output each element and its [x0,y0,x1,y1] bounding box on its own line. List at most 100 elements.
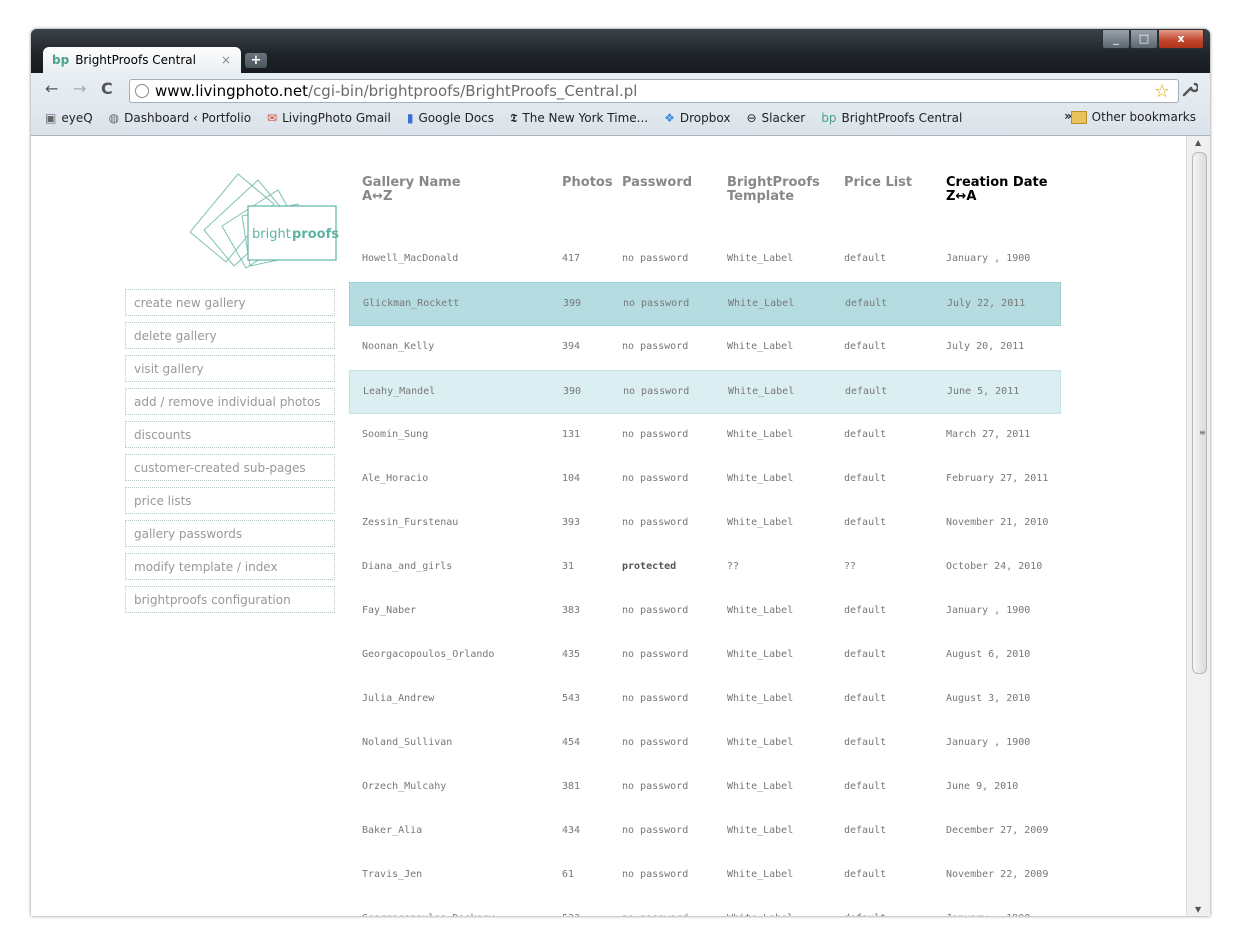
cell-name: Diana_and_girls [362,561,453,572]
cell-date: August 3, 2010 [946,693,1031,704]
bookmark-google-docs[interactable]: ▮ Google Docs [407,111,494,125]
cell-template: White_Label [728,298,795,309]
menu-price-lists[interactable]: price lists [125,487,335,514]
header-photos[interactable]: Photos [562,176,613,190]
cell-template: White_Label [727,825,794,836]
menu-customer-sub-pages[interactable]: customer-created sub-pages [125,454,335,481]
table-row[interactable]: Noland_Sullivan 454 no password White_Label… [349,722,1061,766]
bookmark-dashboard[interactable]: ◍ Dashboard ‹ Portfolio [109,111,251,125]
bookmarks-bar: ▣ eyeQ ◍ Dashboard ‹ Portfolio ✉ LivingP… [31,107,1210,129]
reload-icon[interactable]: C [101,79,113,98]
address-bar[interactable]: www.livingphoto.net /cgi-bin/brightproof… [129,79,1179,103]
menu-create-new-gallery[interactable]: create new gallery [125,289,335,316]
bookmark-brightproofs[interactable]: bp BrightProofs Central [821,111,962,125]
cell-template: White_Label [727,781,794,792]
bookmark-eyeq[interactable]: ▣ eyeQ [45,111,93,125]
cell-photos: 434 [562,825,581,836]
table-row[interactable]: Noonan_Kelly 394 no password White_Label def… [349,326,1061,370]
logo-text-bold: proofs [292,227,339,242]
cell-password: no password [622,781,689,792]
table-row[interactable]: Fay_Naber 383 no password White_Label defaul… [349,590,1061,634]
nytimes-icon: 𝕿 [510,110,518,125]
cell-password: no password [622,825,689,836]
bookmark-nytimes[interactable]: 𝕿 The New York Time... [510,111,648,126]
bookmark-dropbox[interactable]: ❖ Dropbox [664,111,730,125]
table-row[interactable]: Julia_Andrew 543 no password White_Label def… [349,678,1061,722]
menu-add-remove-photos[interactable]: add / remove individual photos [125,388,335,415]
cell-name: Ale_Horacio [362,473,429,484]
table-row[interactable]: Zessin_Furstenau 393 no password White_Labe… [349,502,1061,546]
cell-price: default [844,517,887,528]
table-row[interactable]: Baker_Alia 434 no password White_Label defau… [349,810,1061,854]
browser-tab[interactable]: bp BrightProofs Central × [43,47,241,73]
page-content: bright proofs create new gallery delete … [31,136,1186,916]
back-icon[interactable]: ← [45,79,58,98]
google-docs-icon: ▮ [406,111,414,125]
header-template-line1: BrightProofs [727,175,820,190]
scroll-up-icon[interactable]: ▲ [1195,138,1201,147]
menu-modify-template[interactable]: modify template / index [125,553,335,580]
table-row[interactable]: Travis_Jen 61 no password White_Label defaul… [349,854,1061,898]
header-creation-date[interactable]: Creation Date Z↔A [946,176,1048,204]
scroll-down-icon[interactable]: ▼ [1195,905,1201,914]
header-password[interactable]: Password [622,176,692,190]
table-row[interactable]: Howell_MacDonald 417 no password White_Labe… [349,238,1061,282]
menu-gallery-passwords[interactable]: gallery passwords [125,520,335,547]
cell-name: Noonan_Kelly [362,341,435,352]
bookmark-slacker[interactable]: ⊖ Slacker [746,111,805,125]
cell-price: default [844,913,886,916]
browser-toolbar: ← → C www.livingphoto.net /cgi-bin/brigh… [31,73,1210,136]
cell-photos: 454 [562,737,581,748]
cell-photos: 417 [562,253,581,264]
table-row[interactable]: Soomin_Sung 131 no password White_Label defa… [349,414,1061,458]
table-row[interactable]: Diana_and_girls 31 protected???? October 24… [349,546,1061,590]
cell-password: no password [622,913,688,916]
menu-delete-gallery[interactable]: delete gallery [125,322,335,349]
cell-name: Travis_Jen [362,869,423,880]
sort-toggle-date[interactable]: Z↔A [946,190,1048,204]
wrench-icon[interactable] [1182,81,1200,101]
header-creation-date-label: Creation Date [946,175,1048,190]
logo-text: bright [252,227,291,242]
cell-date: December 27, 2009 [946,825,1049,836]
menu-discounts[interactable]: discounts [125,421,335,448]
close-window-button[interactable]: x [1158,29,1204,49]
cell-price: default [844,341,887,352]
other-bookmarks[interactable]: Other bookmarks [1070,110,1196,124]
header-template-line2: Template [727,189,795,204]
new-tab-button[interactable]: + [245,53,267,68]
header-price-list[interactable]: Price List [844,176,912,190]
cell-price: default [844,253,887,264]
table-row[interactable]: Glickman_Rockett 399 no password White_Labe… [349,282,1061,326]
cell-photos: 61 [562,869,575,880]
cell-date: January , 1900 [946,253,1031,264]
browser-window: bp BrightProofs Central × + _ □ x ← → C … [31,29,1210,916]
menu-visit-gallery[interactable]: visit gallery [125,355,335,382]
minimize-button[interactable]: _ [1102,29,1130,49]
header-gallery-name[interactable]: Gallery Name A↔Z [362,176,461,204]
table-row[interactable]: Ale_Horacio 104 no password White_Label defa… [349,458,1061,502]
sort-toggle-name[interactable]: A↔Z [362,190,461,204]
cell-price: default [844,781,887,792]
table-row[interactable]: Leahy_Mandel 390 no password White_Label def… [349,370,1061,414]
bookmark-star-icon[interactable]: ☆ [1154,81,1170,102]
scrollbar-thumb[interactable]: ≡ [1192,152,1207,674]
maximize-button[interactable]: □ [1130,29,1158,49]
cell-name: Leahy_Mandel [363,386,436,397]
header-template[interactable]: BrightProofs Template [727,176,820,204]
cell-photos: 390 [563,386,582,397]
vertical-scrollbar[interactable]: ▲ ≡ ▼ [1186,136,1210,916]
table-row[interactable]: Georgacopoulos_Dockery 533 no password Whit… [349,898,1061,916]
forward-icon[interactable]: → [73,79,86,98]
bookmark-gmail[interactable]: ✉ LivingPhoto Gmail [267,111,391,125]
cell-password: no password [622,869,689,880]
table-row[interactable]: Georgacopoulos_Orlando 435 no password Whit… [349,634,1061,678]
cell-password: no password [622,649,689,660]
cell-photos: 394 [562,341,581,352]
table-row[interactable]: Orzech_Mulcahy 381 no password White_Label d… [349,766,1061,810]
wordpress-icon: ◍ [108,111,120,125]
menu-brightproofs-configuration[interactable]: brightproofs configuration [125,586,335,613]
tab-close-icon[interactable]: × [221,53,231,67]
cell-template: White_Label [727,605,794,616]
cell-photos: 31 [562,561,575,572]
